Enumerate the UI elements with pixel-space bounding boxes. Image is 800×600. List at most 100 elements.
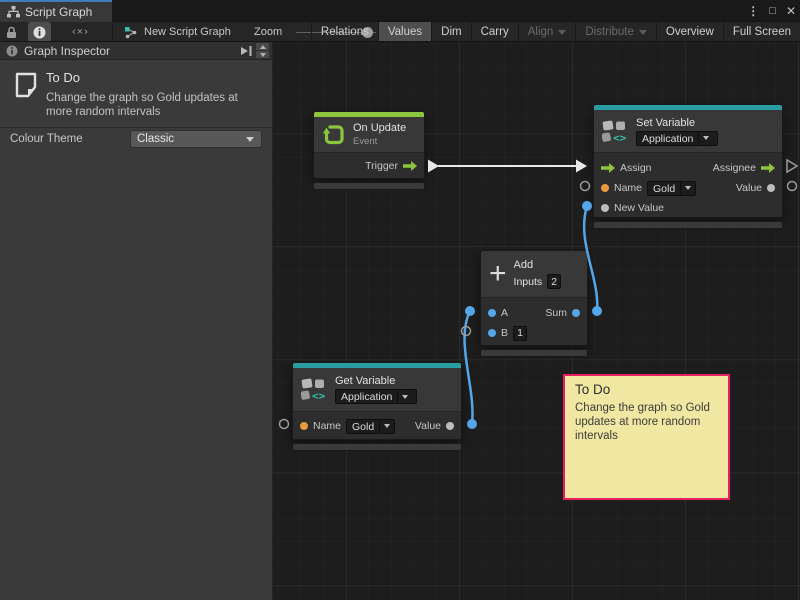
graph-toolbar: ‹×› New Script Graph Zoom 0.9x Relations…	[0, 22, 800, 42]
new-value-input-port[interactable]	[601, 204, 609, 212]
on-update-event-icon	[322, 123, 346, 147]
variable-scope-dropdown[interactable]: Application	[335, 389, 417, 404]
flow-start-arrow[interactable]	[428, 160, 439, 173]
name-input-port[interactable]	[300, 422, 308, 430]
value-output-port[interactable]	[446, 422, 454, 430]
code-preview-toggle[interactable]: ‹×›	[72, 22, 89, 42]
unity-script-graph-window: Script Graph ⋮ □ ✕ ‹×›	[0, 0, 800, 600]
control-output-port[interactable]	[761, 163, 775, 173]
align-dropdown[interactable]: Align	[518, 22, 576, 42]
connection-endpoint[interactable]	[467, 419, 477, 429]
svg-text:<>: <>	[312, 390, 326, 402]
panel-scroll-spinner	[256, 43, 269, 58]
tab-strip: Script Graph ⋮ □ ✕	[0, 0, 800, 22]
lock-icon[interactable]	[6, 22, 17, 42]
control-input-port[interactable]	[601, 163, 615, 173]
connection-endpoint[interactable]	[592, 306, 602, 316]
scroll-up-button[interactable]	[256, 43, 269, 50]
sum-output-port[interactable]	[572, 309, 580, 317]
relations-button[interactable]: Relations	[311, 22, 378, 42]
graph-inspector-title: Graph Inspector	[24, 44, 110, 58]
dim-button[interactable]: Dim	[431, 22, 470, 42]
todo-text: Change the graph so Gold updates at more…	[46, 91, 266, 119]
window-menu-icon[interactable]: ⋮	[747, 4, 759, 18]
overview-button[interactable]: Overview	[656, 22, 723, 42]
tab-script-graph[interactable]: Script Graph	[0, 0, 112, 22]
node-on-update[interactable]: On Update Event Trigger	[313, 111, 425, 190]
node-title: Get Variable	[335, 375, 417, 387]
node-title: On Update	[353, 122, 406, 134]
scroll-down-button[interactable]	[256, 51, 269, 58]
chevron-down-icon	[558, 30, 566, 35]
graph-inspector-panel: Graph Inspector To Do Change the graph s…	[0, 42, 273, 600]
new-script-graph-label[interactable]: New Script Graph	[144, 22, 231, 42]
a-port-label: A	[501, 307, 508, 319]
value-output-port[interactable]	[767, 184, 775, 192]
window-close-icon[interactable]: ✕	[786, 4, 796, 18]
divider	[0, 127, 272, 128]
chevron-down-icon	[402, 395, 408, 399]
unconnected-port-add-b[interactable]	[462, 327, 471, 336]
variables-icon: <>	[301, 378, 328, 401]
node-resize-handle[interactable]	[593, 221, 783, 229]
node-resize-handle[interactable]	[292, 443, 462, 451]
unconnected-port-setvar-assignee[interactable]	[787, 160, 797, 172]
colour-theme-label: Colour Theme	[10, 133, 83, 145]
triangle-up-icon	[260, 45, 266, 49]
new-script-graph-icon	[124, 22, 139, 42]
name-input-port[interactable]	[601, 184, 609, 192]
variable-name-dropdown[interactable]: Gold	[647, 181, 696, 196]
b-value-field[interactable]: 1	[513, 326, 527, 341]
b-input-port[interactable]	[488, 329, 496, 337]
variable-name-dropdown[interactable]: Gold	[346, 419, 395, 434]
values-button[interactable]: Values	[378, 22, 431, 42]
carry-button[interactable]: Carry	[471, 22, 518, 42]
assign-port-label: Assign	[620, 162, 652, 174]
chevron-down-icon	[685, 186, 691, 190]
chevron-down-icon	[639, 30, 647, 35]
tab-title: Script Graph	[25, 5, 92, 19]
node-title: Set Variable	[636, 117, 718, 129]
distribute-dropdown[interactable]: Distribute	[575, 22, 656, 42]
graph-canvas[interactable]: On Update Event Trigger	[273, 42, 800, 600]
graph-inspector-header: Graph Inspector	[0, 42, 272, 60]
node-resize-handle[interactable]	[313, 182, 425, 190]
value-port-label: Value	[736, 182, 762, 194]
connection-endpoint[interactable]	[465, 306, 475, 316]
svg-text:<>: <>	[613, 131, 627, 143]
inspector-toggle-button[interactable]	[28, 22, 51, 42]
variable-scope-dropdown[interactable]: Application	[636, 131, 718, 146]
node-resize-handle[interactable]	[480, 349, 588, 357]
node-set-variable[interactable]: <> Set Variable Application	[593, 104, 783, 229]
full-screen-button[interactable]: Full Screen	[723, 22, 800, 42]
chevron-down-icon	[384, 424, 390, 428]
unconnected-port-setvar-name[interactable]	[581, 182, 590, 191]
value-connection-getvar-to-add[interactable]	[465, 311, 473, 424]
zoom-label: Zoom	[254, 22, 282, 42]
value-port-label: Value	[415, 420, 441, 432]
assignee-port-label: Assignee	[713, 162, 756, 174]
node-title: Add	[514, 259, 562, 271]
todo-title: To Do	[46, 70, 80, 85]
unconnected-port-setvar-value[interactable]	[788, 182, 797, 191]
chevron-down-icon	[703, 136, 709, 140]
node-get-variable[interactable]: <> Get Variable Application Name	[292, 362, 462, 451]
control-output-port[interactable]	[403, 161, 417, 171]
connection-endpoint[interactable]	[582, 201, 592, 211]
colour-theme-dropdown[interactable]: Classic	[130, 130, 262, 148]
sticky-note[interactable]: To Do Change the graph so Gold updates a…	[563, 374, 730, 500]
a-input-port[interactable]	[488, 309, 496, 317]
info-icon	[33, 26, 46, 39]
window-maximize-icon[interactable]: □	[769, 5, 776, 17]
dock-panel-icon[interactable]	[240, 45, 253, 57]
node-add[interactable]: + Add Inputs 2 A Sum	[480, 250, 588, 357]
unconnected-port-getvar-name[interactable]	[280, 420, 289, 429]
sticky-note-icon	[12, 71, 40, 99]
name-port-label: Name	[313, 420, 341, 432]
sticky-note-text: Change the graph so Gold updates at more…	[575, 401, 710, 443]
toolbar-separator	[112, 24, 113, 40]
inputs-count-field[interactable]: 2	[547, 274, 561, 289]
chevron-down-icon	[246, 137, 254, 142]
add-icon: +	[489, 261, 507, 287]
node-subtitle: Event	[353, 136, 406, 147]
